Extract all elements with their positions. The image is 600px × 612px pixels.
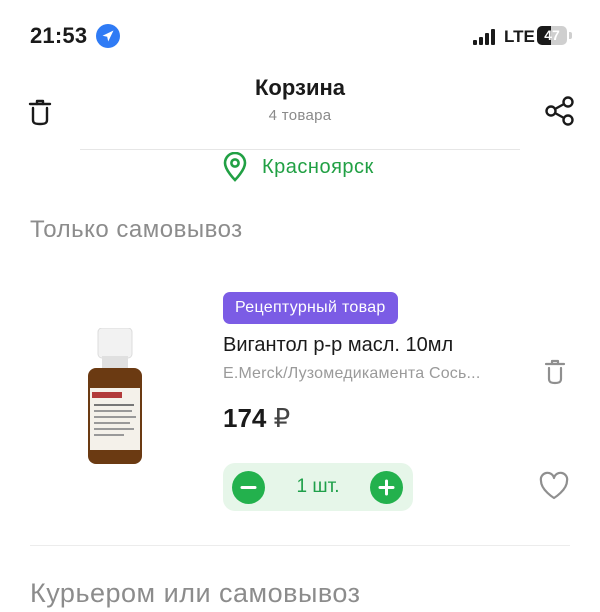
product-price: 174 ₽ xyxy=(223,403,290,434)
favorite-heart-icon[interactable] xyxy=(538,471,570,501)
product-manufacturer: E.Merck/Лузомедикамента Сось... xyxy=(223,365,481,382)
page-title: Корзина xyxy=(255,75,345,100)
city-selector[interactable]: Красноярск xyxy=(262,156,374,179)
price-value: 174 xyxy=(223,403,267,433)
product-image[interactable] xyxy=(84,327,144,468)
remove-item-trash-icon[interactable] xyxy=(543,358,567,386)
location-pin-icon[interactable] xyxy=(222,151,248,182)
share-icon[interactable] xyxy=(544,95,576,127)
section-title-courier-or-pickup: Курьером или самовывоз xyxy=(30,578,361,608)
network-type: LTE xyxy=(504,27,535,46)
minus-icon xyxy=(240,486,257,489)
prescription-badge: Рецептурный товар xyxy=(223,292,398,324)
battery-tip xyxy=(569,32,572,39)
product-name[interactable]: Вигантол р-р масл. 10мл xyxy=(223,334,453,357)
header-divider xyxy=(80,149,520,150)
price-currency: ₽ xyxy=(273,403,291,433)
plus-icon xyxy=(378,479,395,496)
battery-level: 47 xyxy=(544,27,560,43)
decrease-quantity-button[interactable] xyxy=(232,471,265,504)
increase-quantity-button[interactable] xyxy=(370,471,403,504)
section-title-pickup-only: Только самовывоз xyxy=(30,216,243,243)
status-time: 21:53 xyxy=(30,23,88,48)
item-count: 4 товара xyxy=(268,107,332,124)
quantity-stepper: 1 шт. xyxy=(223,463,413,511)
location-services-icon xyxy=(96,24,120,48)
battery-icon: 47 xyxy=(537,26,567,45)
section-divider xyxy=(30,545,570,546)
cellular-signal-icon xyxy=(473,29,499,45)
